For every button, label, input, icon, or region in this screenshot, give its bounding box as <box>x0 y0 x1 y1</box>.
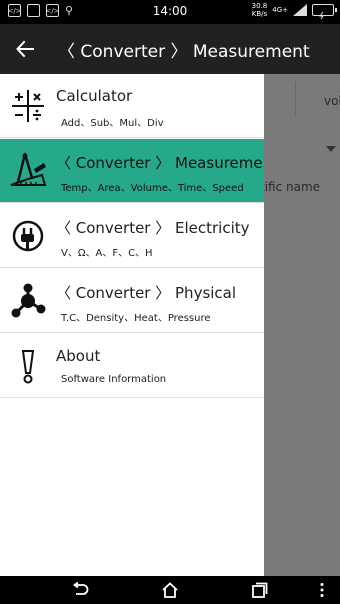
navigation-drawer: Calculator Add、Sub、Mul、Div 〈 Converter 〉… <box>0 74 264 576</box>
nav-back-button[interactable] <box>68 580 92 600</box>
system-nav-bar <box>0 576 340 604</box>
recents-icon <box>252 582 268 598</box>
molecule-icon <box>8 281 48 321</box>
drawer-item-measurement[interactable]: 〈 Converter 〉 Measurement Temp、Area、Volu… <box>0 139 264 203</box>
home-icon <box>162 582 178 598</box>
status-bar: </> </> ⚲ 14:00 30.8 KB/s 4G+ <box>0 0 340 24</box>
background-field: tific name <box>264 180 321 194</box>
speed-value: 30.8 <box>251 2 268 10</box>
drawer-item-label: Calculator <box>56 87 133 105</box>
tab-divider <box>295 82 296 116</box>
drawer-item-label: 〈 Converter 〉 Electricity <box>56 219 250 237</box>
network-speed: 30.8 KB/s <box>252 2 268 18</box>
content-scrim[interactable]: vol tific name <box>264 74 340 576</box>
nav-recents-button[interactable] <box>248 580 272 600</box>
network-type: 4G+ <box>272 6 288 14</box>
drawer-item-label: 〈 Converter 〉 Physical <box>56 284 237 302</box>
status-right: 30.8 KB/s 4G+ <box>252 2 337 20</box>
app-bar: 〈 Converter 〉 Measurement <box>0 24 340 74</box>
back-button[interactable] <box>10 34 40 64</box>
speed-unit: KB/s <box>251 10 268 18</box>
drawer-item-subtitle: Add、Sub、Mul、Div <box>61 118 164 129</box>
calculator-icon <box>8 86 48 126</box>
drawer-item-subtitle: Software Information <box>61 374 167 385</box>
chevron-down-icon <box>326 146 336 152</box>
drawer-item-subtitle: Temp、Area、Volume、Time、Speed <box>61 183 244 194</box>
menu-icon <box>320 583 324 597</box>
drawer-item-subtitle: V、Ω、A、F、C、H <box>61 248 153 259</box>
drawer-item-about[interactable]: About Software Information <box>0 334 264 398</box>
drawer-item-calculator[interactable]: Calculator Add、Sub、Mul、Div <box>0 74 264 138</box>
back-icon <box>72 582 89 595</box>
drawer-item-physical[interactable]: 〈 Converter 〉 Physical T.C、Density、Heat、… <box>0 269 264 333</box>
nav-menu-button[interactable] <box>310 580 334 600</box>
drawer-item-subtitle: T.C、Density、Heat、Pressure <box>61 313 211 324</box>
battery-icon <box>312 4 337 20</box>
measurement-tools-icon <box>8 151 48 191</box>
exclamation-icon <box>8 346 48 386</box>
page-title: 〈 Converter 〉 Measurement <box>58 42 310 62</box>
drawer-item-label: About <box>56 347 101 365</box>
nav-home-button[interactable] <box>158 580 182 600</box>
drawer-item-label: 〈 Converter 〉 Measurement <box>56 154 264 172</box>
arrow-left-icon <box>16 40 34 58</box>
drawer-item-electricity[interactable]: 〈 Converter 〉 Electricity V、Ω、A、F、C、H <box>0 204 264 268</box>
electricity-plug-icon <box>8 216 48 256</box>
background-tab: vol <box>324 94 340 108</box>
signal-icon <box>293 4 307 16</box>
